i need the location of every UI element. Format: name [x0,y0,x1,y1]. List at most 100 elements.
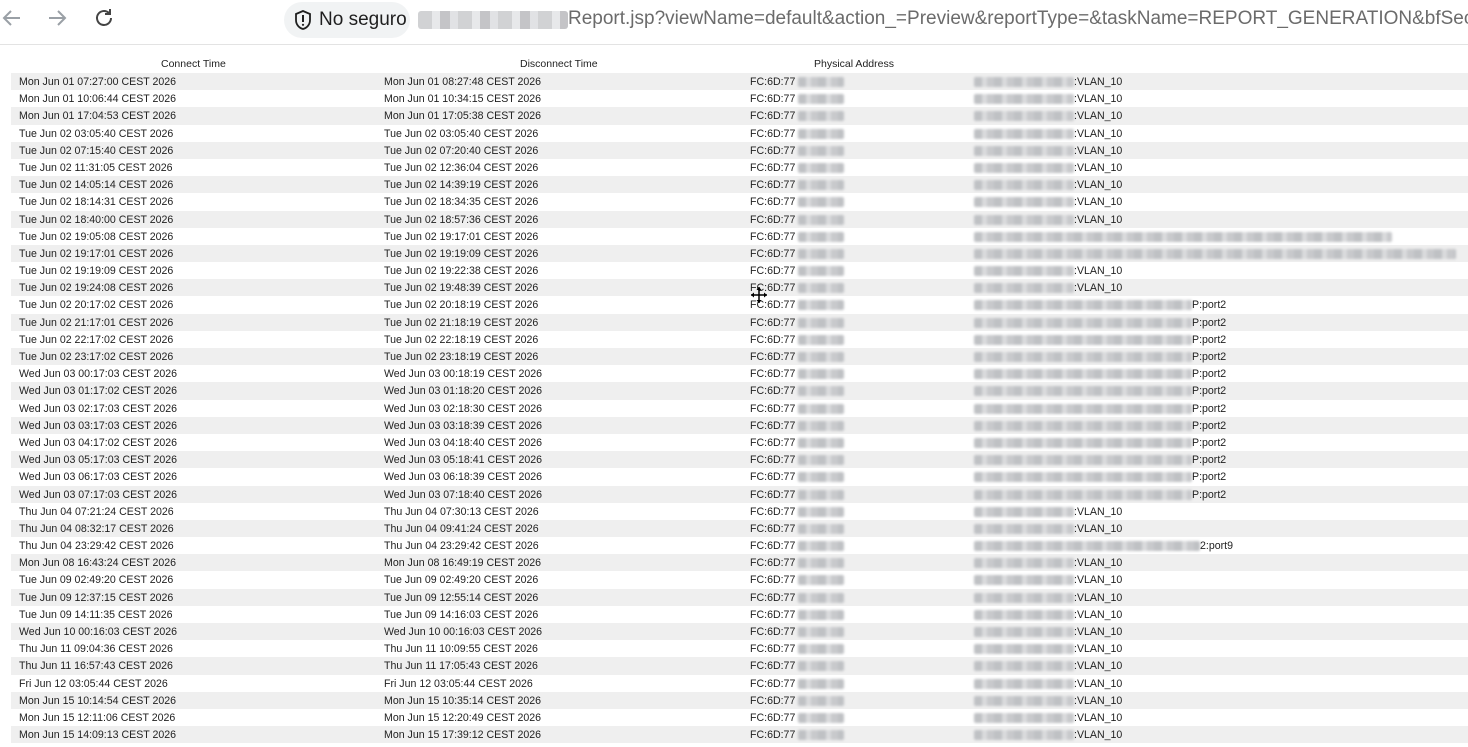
redacted-address-block [798,162,844,173]
connect-time-cell: Tue Jun 02 19:19:09 CEST 2026 [19,265,174,278]
reload-icon [93,7,115,34]
redacted-address-block [798,420,844,431]
table-row: Wed Jun 03 01:17:02 CEST 2026 Wed Jun 03 … [11,382,1468,400]
disconnect-time-cell: Tue Jun 02 07:20:40 CEST 2026 [384,144,539,157]
table-row: Tue Jun 02 19:24:08 CEST 2026 Tue Jun 02 … [11,279,1468,297]
redacted-address-block [798,352,844,362]
reload-button[interactable] [88,4,120,36]
physical-address-cell: FC:6D:77 [750,436,796,449]
redacted-location-block [974,283,1074,294]
table-row: Tue Jun 02 19:05:08 CEST 2026 Tue Jun 02 … [11,228,1468,245]
redacted-address-block [798,145,844,156]
table-row: Mon Jun 01 10:06:44 CEST 2026 Mon Jun 01 … [11,90,1468,107]
disconnect-time-cell: Tue Jun 09 12:55:14 CEST 2026 [384,591,539,604]
redacted-location-block [974,352,1192,362]
table-row: Tue Jun 02 14:05:14 CEST 2026 Tue Jun 02 … [11,176,1468,194]
disconnect-time-cell: Mon Jun 15 10:35:14 CEST 2026 [384,694,542,707]
redacted-address-block [798,197,844,208]
redacted-location-block [974,644,1074,655]
connect-time-cell: Wed Jun 03 05:17:03 CEST 2026 [19,454,178,467]
physical-address-cell: FC:6D:77 [750,471,796,484]
redacted-location-block [974,214,1074,225]
disconnect-time-cell: Mon Jun 01 10:34:15 CEST 2026 [384,93,542,106]
column-header-disconnect-time: Disconnect Time [520,58,598,70]
disconnect-time-cell: Mon Jun 01 17:05:38 CEST 2026 [384,110,542,123]
disconnect-time-cell: Mon Jun 15 17:39:12 CEST 2026 [384,729,542,742]
redacted-location-block [974,386,1192,397]
redacted-address-block [798,730,844,741]
back-button[interactable] [0,4,28,36]
physical-address-cell: FC:6D:77 [750,711,796,724]
physical-address-cell: FC:6D:77 [750,333,796,346]
physical-address-cell: FC:6D:77 [750,557,796,570]
url-host-redacted [418,11,568,29]
table-row: Tue Jun 02 19:19:09 CEST 2026 Tue Jun 02 … [11,262,1468,279]
redacted-address-block [798,300,844,311]
connect-time-cell: Thu Jun 04 07:21:24 CEST 2026 [19,505,174,518]
table-row: Tue Jun 09 14:11:35 CEST 2026 Tue Jun 09 … [11,606,1468,623]
redacted-address-block [798,266,844,277]
redacted-location-block [974,730,1074,741]
disconnect-time-cell: Wed Jun 03 05:18:41 CEST 2026 [384,454,543,467]
redacted-address-block [798,128,844,139]
redacted-address-block [798,403,844,414]
forward-button[interactable] [41,4,73,36]
network-location-cell: P:port2 [1192,419,1227,432]
site-security-chip[interactable]: No seguro [284,2,410,38]
address-bar[interactable]: No seguro Report.jsp?viewName=default&ac… [284,2,1468,38]
network-location-cell: :VLAN_10 [1074,522,1123,535]
network-location-cell: :VLAN_10 [1074,144,1123,157]
redacted-address-block [798,695,844,706]
table-row: Tue Jun 02 18:14:31 CEST 2026 Tue Jun 02 … [11,193,1468,210]
connect-time-cell: Tue Jun 02 18:40:00 CEST 2026 [19,213,174,226]
table-row: Tue Jun 02 23:17:02 CEST 2026 Tue Jun 02 … [11,348,1468,366]
redacted-address-block [798,437,844,448]
table-row: Mon Jun 15 14:09:13 CEST 2026 Mon Jun 15 … [11,726,1468,744]
redacted-address-block [798,575,844,586]
physical-address-cell: FC:6D:77 [750,316,796,329]
network-location-cell: :VLAN_10 [1074,591,1123,604]
network-location-cell: P:port2 [1192,368,1227,381]
connect-time-cell: Tue Jun 02 19:05:08 CEST 2026 [19,230,174,243]
table-row: Mon Jun 15 12:11:06 CEST 2026 Mon Jun 15 … [11,709,1468,726]
table-row: Mon Jun 01 17:04:53 CEST 2026 Mon Jun 01 … [11,107,1468,125]
table-row: Wed Jun 10 00:16:03 CEST 2026 Wed Jun 10 … [11,623,1468,641]
connect-time-cell: Tue Jun 02 21:17:01 CEST 2026 [19,316,174,329]
redacted-address-block [798,678,844,689]
redacted-location-block [974,231,1392,242]
physical-address-cell: FC:6D:77 [750,677,796,690]
redacted-address-block [798,334,844,345]
network-location-cell: :VLAN_10 [1074,557,1123,570]
network-location-cell: :VLAN_10 [1074,711,1123,724]
network-location-cell: :VLAN_10 [1074,213,1123,226]
connect-time-cell: Tue Jun 02 07:15:40 CEST 2026 [19,144,174,157]
redacted-location-block [974,558,1074,569]
disconnect-time-cell: Tue Jun 02 19:17:01 CEST 2026 [384,230,539,243]
physical-address-cell: FC:6D:77 [750,230,796,243]
report-header: Connect Time Disconnect Time Physical Ad… [11,56,1468,73]
physical-address-cell: FC:6D:77 [750,93,796,106]
redacted-location-block [974,403,1192,414]
disconnect-time-cell: Tue Jun 02 20:18:19 CEST 2026 [384,299,539,312]
network-location-cell: :VLAN_10 [1074,677,1123,690]
redacted-address-block [798,77,844,87]
connect-time-cell: Mon Jun 08 16:43:24 CEST 2026 [19,557,177,570]
redacted-address-block [798,94,844,105]
disconnect-time-cell: Fri Jun 12 03:05:44 CEST 2026 [384,677,533,690]
disconnect-time-cell: Mon Jun 08 16:49:19 CEST 2026 [384,557,542,570]
network-location-cell: P:port2 [1192,385,1227,398]
disconnect-time-cell: Tue Jun 09 14:16:03 CEST 2026 [384,608,539,621]
network-location-cell: :VLAN_10 [1074,179,1123,192]
disconnect-time-cell: Tue Jun 02 21:18:19 CEST 2026 [384,316,539,329]
connect-time-cell: Tue Jun 02 23:17:02 CEST 2026 [19,351,174,363]
physical-address-cell: FC:6D:77 [750,76,796,88]
connect-time-cell: Fri Jun 12 03:05:44 CEST 2026 [19,677,168,690]
network-location-cell: :VLAN_10 [1074,643,1123,656]
table-row: Wed Jun 03 00:17:03 CEST 2026 Wed Jun 03 … [11,365,1468,382]
table-row: Thu Jun 04 07:21:24 CEST 2026 Thu Jun 04 … [11,503,1468,520]
physical-address-cell: FC:6D:77 [750,626,796,638]
physical-address-cell: FC:6D:77 [750,196,796,209]
network-location-cell: P:port2 [1192,351,1227,363]
redacted-location-block [974,248,1456,259]
redacted-location-block [974,541,1200,552]
